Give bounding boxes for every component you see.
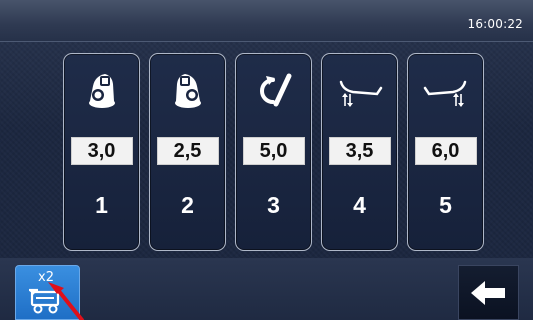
program-number: 4 <box>353 192 366 218</box>
program-number: 5 <box>439 192 452 218</box>
program-number: 3 <box>267 192 280 218</box>
program-card-1[interactable]: 3,0 1 <box>63 53 140 251</box>
program-card-3[interactable]: 5,0 3 <box>235 53 312 251</box>
curve-left-arrows-icon <box>339 80 382 107</box>
arrow-left-icon <box>471 281 505 305</box>
back-button[interactable] <box>458 265 519 320</box>
program-value: 3,0 <box>70 137 133 165</box>
rotation-slash-icon <box>259 73 291 107</box>
pointer-arrow-icon <box>48 282 84 320</box>
program-value: 6,0 <box>414 137 477 165</box>
curve-right-arrows-icon <box>423 80 466 107</box>
program-card-2[interactable]: 2,5 2 <box>149 53 226 251</box>
screen: 16:00:22 3,0 1 2,5 2 5,0 3 3,5 4 6,0 5 x… <box>0 0 533 320</box>
program-card-5[interactable]: 6,0 5 <box>407 53 484 251</box>
program-value: 3,5 <box>328 137 391 165</box>
program-number: 2 <box>181 192 194 218</box>
program-value: 2,5 <box>156 137 219 165</box>
program-number: 1 <box>95 192 108 218</box>
program-card-4[interactable]: 3,5 4 <box>321 53 398 251</box>
weight-tilt-right-icon <box>174 74 201 108</box>
program-value: 5,0 <box>242 137 305 165</box>
weight-tilt-left-icon <box>88 74 115 108</box>
